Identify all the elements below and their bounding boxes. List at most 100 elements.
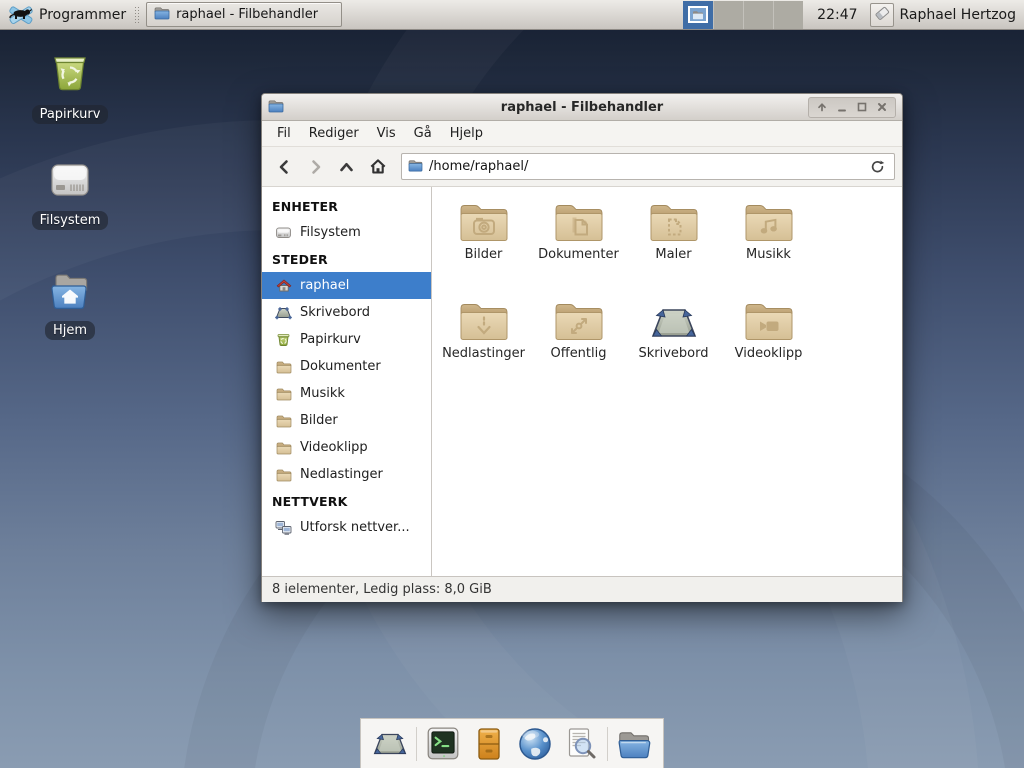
workspace-window-thumbnail — [688, 6, 708, 23]
close-button[interactable] — [872, 98, 892, 117]
sidebar-item-nedlastinger[interactable]: Nedlastinger — [262, 461, 431, 488]
status-bar: 8 ielementer, Ledig plass: 8,0 GiB — [262, 576, 902, 602]
desktop-icon-label: Hjem — [45, 321, 95, 340]
file-view[interactable]: Bilder Dokumenter — [432, 187, 902, 576]
workspace-2[interactable] — [713, 1, 743, 29]
sidebar-item-musikk[interactable]: Musikk — [262, 380, 431, 407]
folder-icon — [275, 468, 292, 482]
reload-button[interactable] — [866, 156, 888, 178]
file-videoklipp[interactable]: Videoklipp — [721, 296, 816, 395]
shade-button[interactable] — [812, 98, 832, 117]
sidebar-item-network[interactable]: Utforsk nettver... — [262, 514, 431, 541]
sidebar-item-label: Bilder — [300, 413, 338, 428]
folder-icon — [275, 414, 292, 428]
dock-separator — [607, 727, 608, 761]
location-folder-icon — [408, 157, 423, 176]
file-nedlastinger[interactable]: Nedlastinger — [436, 296, 531, 395]
trash-icon — [47, 50, 93, 100]
sidebar-item-label: Nedlastinger — [300, 467, 383, 482]
show-desktop-icon — [371, 730, 409, 758]
back-button[interactable] — [269, 153, 300, 181]
sidebar-item-filsystem[interactable]: Filsystem — [262, 219, 431, 246]
file-maler[interactable]: Maler — [626, 197, 721, 296]
folder-icon — [275, 360, 292, 374]
window-buttons — [808, 97, 896, 118]
file-label: Skrivebord — [638, 347, 708, 362]
file-label: Musikk — [746, 248, 791, 263]
status-text: 8 ielementer, Ledig plass: 8,0 GiB — [272, 582, 492, 597]
forward-button[interactable] — [300, 153, 331, 181]
panel-user-name: Raphael Hertzog — [900, 7, 1016, 23]
sidebar-item-dokumenter[interactable]: Dokumenter — [262, 353, 431, 380]
minimize-button[interactable] — [832, 98, 852, 117]
home-button[interactable] — [362, 153, 393, 181]
file-manager-launcher[interactable] — [614, 723, 654, 765]
sidebar-item-raphael[interactable]: raphael — [262, 272, 431, 299]
window-titlebar[interactable]: raphael - Filbehandler — [262, 94, 902, 121]
sidebar-item-label: Dokumenter — [300, 359, 381, 374]
workspace-3[interactable] — [743, 1, 773, 29]
file-dokumenter[interactable]: Dokumenter — [531, 197, 626, 296]
desktop-icon — [275, 306, 292, 320]
menu-bar: Fil Rediger Vis Gå Hjelp — [262, 121, 902, 147]
workspace-1[interactable] — [683, 1, 713, 29]
desktop-icon-filesystem[interactable]: Filsystem — [22, 158, 118, 230]
applications-menu-button[interactable]: Programmer — [0, 1, 130, 29]
eraser-icon — [873, 4, 891, 26]
user-session-button[interactable] — [870, 3, 894, 27]
applications-menu-label: Programmer — [39, 7, 126, 23]
drive-icon — [47, 158, 93, 206]
panel-clock: 22:47 — [817, 7, 857, 23]
workspace-switcher — [683, 1, 803, 29]
desktop-icon-label: Papirkurv — [32, 105, 109, 124]
desktop-icon-home[interactable]: Hjem — [22, 270, 118, 340]
sidebar-item-label: Utforsk nettver... — [300, 520, 410, 535]
up-button[interactable] — [331, 153, 362, 181]
sidebar-item-papirkurv[interactable]: Papirkurv — [262, 326, 431, 353]
taskbar-window-button[interactable]: raphael - Filbehandler — [146, 2, 342, 27]
folder-camera-icon — [458, 200, 510, 244]
folder-icon — [275, 387, 292, 401]
top-panel: Programmer raphael - Filbehandler 22:47 — [0, 0, 1024, 30]
sidebar-item-videoklipp[interactable]: Videoklipp — [262, 434, 431, 461]
file-offentlig[interactable]: Offentlig — [531, 296, 626, 395]
file-musikk[interactable]: Musikk — [721, 197, 816, 296]
location-input[interactable] — [429, 159, 860, 174]
file-label: Dokumenter — [538, 248, 619, 263]
folder-video-icon — [743, 299, 795, 343]
file-label: Bilder — [465, 248, 503, 263]
menu-view[interactable]: Vis — [368, 123, 405, 144]
sidebar-item-skrivebord[interactable]: Skrivebord — [262, 299, 431, 326]
folder-icon — [275, 441, 292, 455]
workspace-4[interactable] — [773, 1, 803, 29]
folder-template-icon — [648, 200, 700, 244]
window-folder-icon — [154, 6, 170, 24]
show-desktop-button[interactable] — [370, 723, 410, 765]
menu-edit[interactable]: Rediger — [300, 123, 368, 144]
folder-download-icon — [458, 299, 510, 343]
menu-go[interactable]: Gå — [405, 123, 441, 144]
file-label: Maler — [655, 248, 691, 263]
terminal-launcher[interactable] — [423, 723, 463, 765]
file-manager-window: raphael - Filbehandler Fil Rediger Vis G… — [261, 93, 903, 602]
file-cabinet-launcher[interactable] — [469, 723, 509, 765]
menu-file[interactable]: Fil — [268, 123, 300, 144]
file-bilder[interactable]: Bilder — [436, 197, 531, 296]
maximize-button[interactable] — [852, 98, 872, 117]
folder-share-icon — [553, 299, 605, 343]
terminal-icon — [424, 725, 462, 763]
file-label: Offentlig — [551, 347, 607, 362]
menu-help[interactable]: Hjelp — [441, 123, 492, 144]
window-folder-icon — [268, 98, 284, 117]
file-skrivebord[interactable]: Skrivebord — [626, 296, 721, 395]
document-search-launcher[interactable] — [561, 723, 601, 765]
file-label: Nedlastinger — [442, 347, 525, 362]
sidebar-item-bilder[interactable]: Bilder — [262, 407, 431, 434]
file-cabinet-icon — [471, 725, 507, 763]
distro-logo-icon — [8, 3, 34, 27]
desktop-icon-trash[interactable]: Papirkurv — [22, 50, 118, 124]
web-browser-launcher[interactable] — [515, 723, 555, 765]
location-bar — [401, 153, 895, 180]
file-manager-folder-icon — [615, 727, 653, 761]
taskbar-window-label: raphael - Filbehandler — [176, 7, 318, 22]
